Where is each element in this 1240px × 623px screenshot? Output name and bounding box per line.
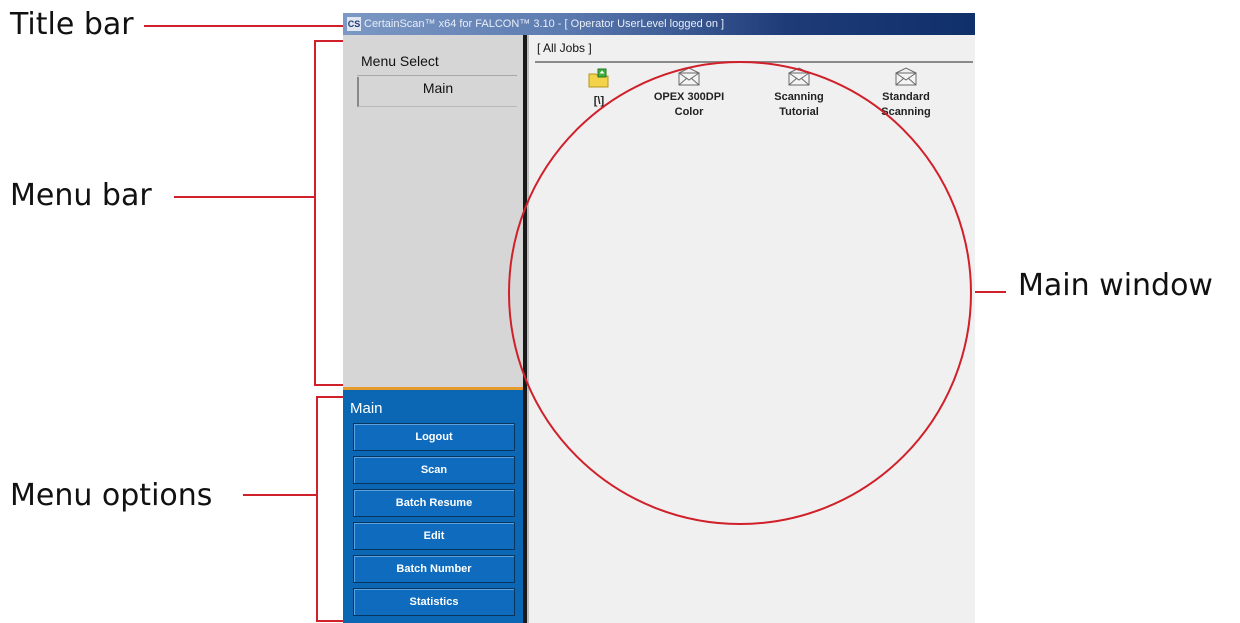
window-title: CertainScan™ x64 for FALCON™ 3.10 - [ Op… xyxy=(364,18,725,30)
jobs-header-divider xyxy=(535,61,973,63)
bracket-menu-bar-bottom xyxy=(314,384,344,386)
menu-options-heading: Main xyxy=(350,400,383,417)
callout-line-title-bar xyxy=(144,25,344,27)
job-item-standard-scanning[interactable]: Standard Scanning xyxy=(858,67,954,120)
callout-menu-bar: Menu bar xyxy=(10,178,152,213)
bracket-menu-bar-top xyxy=(314,40,344,42)
job-item-opex-300dpi-color[interactable]: OPEX 300DPI Color xyxy=(641,67,737,120)
callout-line-menu-bar xyxy=(174,196,315,198)
menu-select-heading: Menu Select xyxy=(361,53,439,69)
bracket-menu-options-vertical xyxy=(316,396,318,622)
envelope-icon xyxy=(788,67,810,86)
title-bar[interactable]: CS CertainScan™ x64 for FALCON™ 3.10 - [ … xyxy=(343,13,975,35)
job-item-parent-folder[interactable]: [\] xyxy=(551,67,647,109)
callout-line-menu-options xyxy=(243,494,317,496)
job-item-scanning-tutorial[interactable]: Scanning Tutorial xyxy=(751,67,847,120)
job-item-label: Standard Scanning xyxy=(881,91,931,118)
callout-menu-options: Menu options xyxy=(10,478,213,513)
main-window: [ All Jobs ] [\] OPEX 300DPI Color Scann… xyxy=(527,35,975,623)
bracket-menu-options-bottom xyxy=(316,620,344,622)
logout-button[interactable]: Logout xyxy=(353,423,515,451)
scan-button[interactable]: Scan xyxy=(353,456,515,484)
menu-bar: Menu Select Main xyxy=(343,35,523,387)
job-item-label: [\] xyxy=(593,95,605,107)
bracket-menu-bar-vertical xyxy=(314,40,316,386)
edit-button[interactable]: Edit xyxy=(353,522,515,550)
statistics-button[interactable]: Statistics xyxy=(353,588,515,616)
menu-select-divider xyxy=(357,75,517,76)
app-icon: CS xyxy=(347,17,361,31)
job-item-label: OPEX 300DPI Color xyxy=(653,91,725,118)
jobs-header: [ All Jobs ] xyxy=(537,41,592,55)
envelope-icon xyxy=(895,67,917,86)
menu-tab-main[interactable]: Main xyxy=(357,77,517,107)
envelope-icon xyxy=(678,67,700,86)
bracket-menu-options-top xyxy=(316,396,344,398)
batch-number-button[interactable]: Batch Number xyxy=(353,555,515,583)
job-item-label: Scanning Tutorial xyxy=(774,91,824,118)
menu-options: Main Logout Scan Batch Resume Edit Batch… xyxy=(343,390,523,623)
folder-up-icon xyxy=(588,68,609,88)
batch-resume-button[interactable]: Batch Resume xyxy=(353,489,515,517)
certainscan-window: CS CertainScan™ x64 for FALCON™ 3.10 - [ … xyxy=(343,13,975,623)
callout-title-bar: Title bar xyxy=(10,7,134,42)
callout-main-window: Main window xyxy=(1018,268,1213,303)
